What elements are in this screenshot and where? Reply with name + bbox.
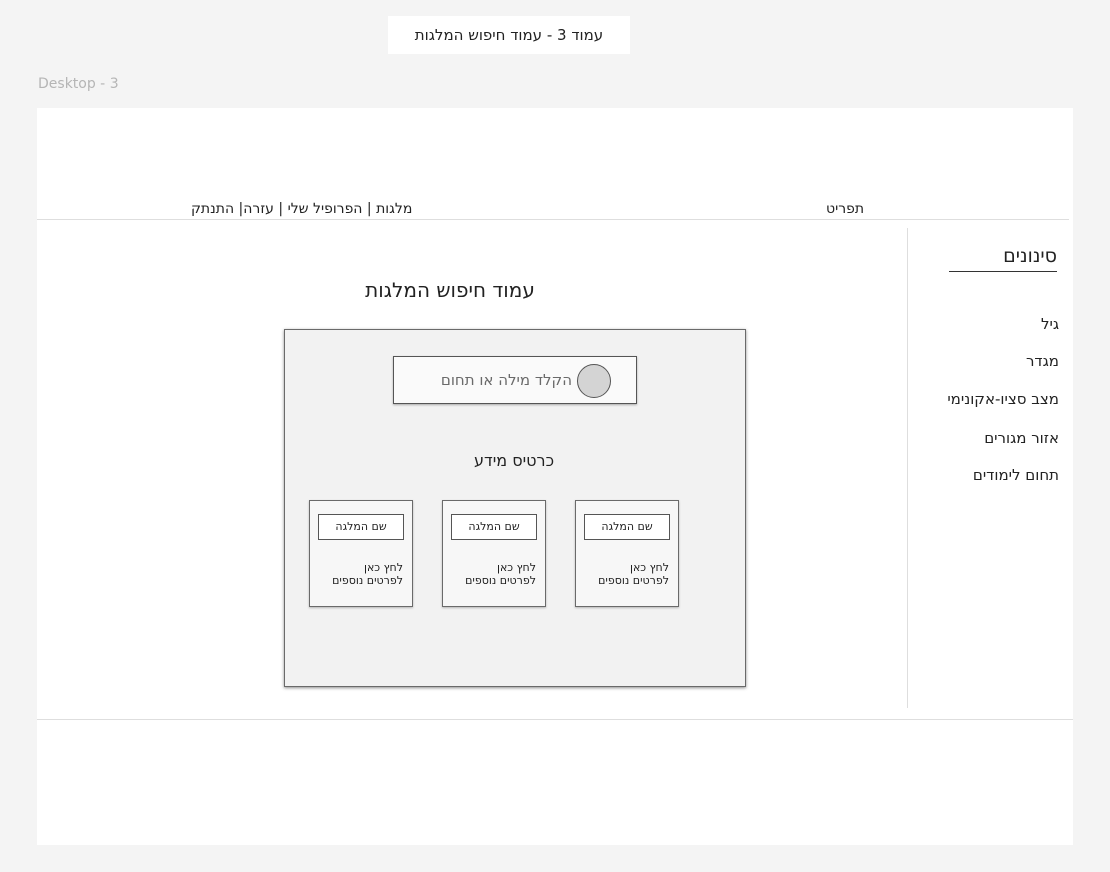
nav-link-logout[interactable]: התנתק xyxy=(191,201,234,217)
filter-gender[interactable]: מגדר xyxy=(916,352,1059,370)
details-link[interactable]: לחץ כאן לפרטים נוספים xyxy=(315,561,403,587)
sidebar-divider xyxy=(907,228,908,708)
page-note: עמוד 3 - עמוד חיפוש המלגות xyxy=(388,16,630,54)
search-input[interactable] xyxy=(402,365,574,395)
filter-field-of-study[interactable]: תחום לימודים xyxy=(916,466,1059,484)
filters-title: סינונים xyxy=(949,245,1057,272)
details-link-line: לפרטים נוספים xyxy=(332,574,403,587)
menu-button[interactable]: תפריט xyxy=(826,201,864,217)
filter-residence-area[interactable]: אזור מגורים xyxy=(916,429,1059,447)
nav-link-scholarships[interactable]: מלגות xyxy=(376,201,412,217)
scholarship-card[interactable]: שם המלגה לחץ כאן לפרטים נוספים xyxy=(442,500,546,607)
details-link-line: לחץ כאן xyxy=(629,561,669,574)
circle-icon[interactable] xyxy=(577,364,611,398)
frame-label: Desktop - 3 xyxy=(38,76,119,92)
scholarship-card[interactable]: שם המלגה לחץ כאן לפרטים נוספים xyxy=(309,500,413,607)
header-divider xyxy=(37,219,1069,220)
scholarship-name: שם המלגה xyxy=(318,514,404,540)
scholarship-card[interactable]: שם המלגה לחץ כאן לפרטים נוספים xyxy=(575,500,679,607)
details-link-line: לפרטים נוספים xyxy=(598,574,669,587)
page-title: עמוד חיפוש המלגות xyxy=(365,278,535,302)
details-link-line: לחץ כאן xyxy=(496,561,536,574)
nav-link-my-profile[interactable]: הפרופיל שלי xyxy=(288,201,363,217)
info-cards-title: כרטיס מידע xyxy=(473,451,555,470)
filter-age[interactable]: גיל xyxy=(916,315,1059,333)
details-link-line: לחץ כאן xyxy=(363,561,403,574)
nav-separator: | xyxy=(278,201,284,217)
top-nav: מלגות | הפרופיל שלי | עזרה| התנתק xyxy=(191,201,412,217)
nav-link-help[interactable]: עזרה xyxy=(243,201,274,217)
nav-separator: | xyxy=(366,201,372,217)
details-link-line: לפרטים נוספים xyxy=(465,574,536,587)
footer-divider xyxy=(37,719,1073,720)
details-link[interactable]: לחץ כאן לפרטים נוספים xyxy=(581,561,669,587)
details-link[interactable]: לחץ כאן לפרטים נוספים xyxy=(448,561,536,587)
search-box xyxy=(393,356,637,404)
scholarship-name: שם המלגה xyxy=(584,514,670,540)
filter-socioeconomic[interactable]: מצב סציו-אקונימי xyxy=(916,390,1059,408)
scholarship-name: שם המלגה xyxy=(451,514,537,540)
